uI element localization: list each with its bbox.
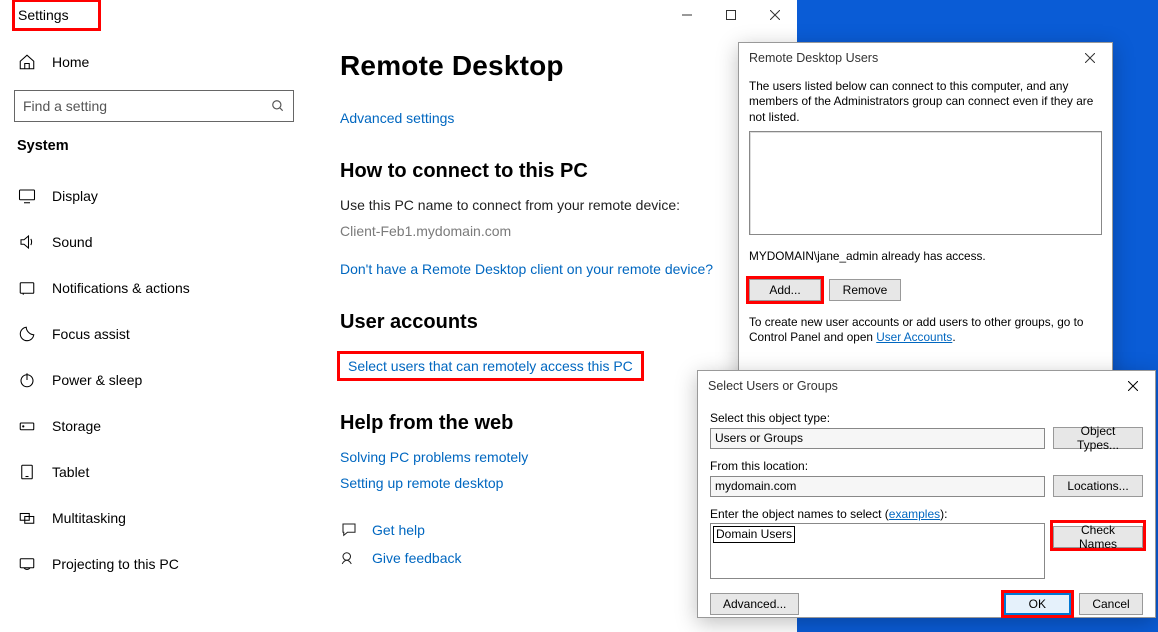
- get-help-link[interactable]: Get help: [372, 522, 425, 538]
- chat-icon: [340, 521, 358, 539]
- object-name-entry: Domain Users: [713, 526, 795, 543]
- focus-icon: [18, 325, 36, 343]
- maximize-button[interactable]: [709, 0, 753, 30]
- select-users-dialog: Select Users or Groups Select this objec…: [697, 370, 1156, 618]
- nav-storage[interactable]: Storage: [14, 404, 310, 448]
- nav-tablet[interactable]: Tablet: [14, 450, 310, 494]
- power-icon: [18, 371, 36, 389]
- how-connect-header: How to connect to this PC: [340, 160, 773, 183]
- window-controls: [665, 0, 797, 30]
- pc-name: Client-Feb1.mydomain.com: [340, 223, 773, 239]
- search-placeholder: Find a setting: [23, 98, 107, 114]
- no-client-link[interactable]: Don't have a Remote Desktop client on yo…: [340, 261, 773, 277]
- projecting-icon: [18, 555, 36, 573]
- nav-focus-assist[interactable]: Focus assist: [14, 312, 310, 356]
- select-users-highlight: Select users that can remotely access th…: [340, 354, 641, 378]
- nav-label: Storage: [52, 418, 101, 434]
- check-names-button[interactable]: Check Names: [1053, 526, 1143, 548]
- close-button[interactable]: [753, 0, 797, 30]
- nav-power-sleep[interactable]: Power & sleep: [14, 358, 310, 402]
- select-users-link[interactable]: Select users that can remotely access th…: [348, 358, 633, 374]
- sound-icon: [18, 233, 36, 251]
- sel-ok-button[interactable]: OK: [1004, 593, 1071, 615]
- nav-label: Display: [52, 188, 98, 204]
- section-system-label: System: [14, 138, 310, 154]
- settings-title: Settings: [14, 1, 99, 29]
- settings-sidebar: Home Find a setting System Display Sound…: [0, 30, 310, 632]
- locations-button[interactable]: Locations...: [1053, 475, 1143, 497]
- object-type-field: Users or Groups: [710, 428, 1045, 449]
- rdp-dialog-titlebar[interactable]: Remote Desktop Users: [739, 43, 1112, 73]
- feedback-icon: [340, 549, 358, 567]
- notifications-icon: [18, 279, 36, 297]
- rdp-close-button[interactable]: [1068, 43, 1112, 73]
- user-accounts-link[interactable]: User Accounts: [876, 330, 952, 344]
- object-types-button[interactable]: Object Types...: [1053, 427, 1143, 449]
- nav-label: Multitasking: [52, 510, 126, 526]
- rdp-user-list[interactable]: [749, 131, 1102, 235]
- user-accounts-header: User accounts: [340, 311, 773, 334]
- location-label: From this location:: [710, 459, 1143, 473]
- nav-multitasking[interactable]: Multitasking: [14, 496, 310, 540]
- tablet-icon: [18, 463, 36, 481]
- sel-close-button[interactable]: [1111, 371, 1155, 401]
- sel-cancel-button[interactable]: Cancel: [1079, 593, 1143, 615]
- rdp-dialog-title: Remote Desktop Users: [749, 51, 878, 65]
- remove-button[interactable]: Remove: [829, 279, 901, 301]
- rdp-access-text: MYDOMAIN\jane_admin already has access.: [749, 249, 1102, 263]
- nav-label: Tablet: [52, 464, 89, 480]
- multitasking-icon: [18, 509, 36, 527]
- settings-window: Settings Home Find a setting System Disp…: [0, 0, 797, 632]
- nav-label: Projecting to this PC: [52, 556, 179, 572]
- close-icon: [1128, 381, 1138, 391]
- search-icon: [271, 99, 285, 113]
- feedback-link[interactable]: Give feedback: [372, 550, 462, 566]
- home-label: Home: [52, 54, 89, 70]
- storage-icon: [18, 417, 36, 435]
- nav-display[interactable]: Display: [14, 174, 310, 218]
- sel-dialog-title: Select Users or Groups: [708, 379, 838, 393]
- display-icon: [18, 187, 36, 205]
- add-button[interactable]: Add...: [749, 279, 821, 301]
- object-type-label: Select this object type:: [710, 411, 1143, 425]
- advanced-button[interactable]: Advanced...: [710, 593, 799, 615]
- location-field: mydomain.com: [710, 476, 1045, 497]
- close-icon: [1085, 53, 1095, 63]
- nav-label: Power & sleep: [52, 372, 142, 388]
- names-label: Enter the object names to select (exampl…: [710, 507, 1143, 521]
- home-icon: [18, 53, 36, 71]
- advanced-settings-link[interactable]: Advanced settings: [340, 110, 773, 126]
- page-title: Remote Desktop: [340, 50, 773, 82]
- nav-sound[interactable]: Sound: [14, 220, 310, 264]
- settings-titlebar[interactable]: Settings: [0, 0, 797, 30]
- nav-label: Focus assist: [52, 326, 130, 342]
- minimize-button[interactable]: [665, 0, 709, 30]
- nav-projecting[interactable]: Projecting to this PC: [14, 542, 310, 586]
- nav-notifications[interactable]: Notifications & actions: [14, 266, 310, 310]
- search-input[interactable]: Find a setting: [14, 90, 294, 122]
- home-nav[interactable]: Home: [14, 40, 310, 84]
- examples-link[interactable]: examples: [889, 507, 940, 521]
- how-connect-text: Use this PC name to connect from your re…: [340, 197, 773, 213]
- rdp-intro-text: The users listed below can connect to th…: [749, 79, 1102, 125]
- remote-desktop-users-dialog: Remote Desktop Users The users listed be…: [738, 42, 1113, 403]
- sel-dialog-titlebar[interactable]: Select Users or Groups: [698, 371, 1155, 401]
- nav-label: Sound: [52, 234, 92, 250]
- rdp-cp-text: To create new user accounts or add users…: [749, 315, 1102, 346]
- nav-label: Notifications & actions: [52, 280, 190, 296]
- object-names-input[interactable]: Domain Users: [710, 523, 1045, 579]
